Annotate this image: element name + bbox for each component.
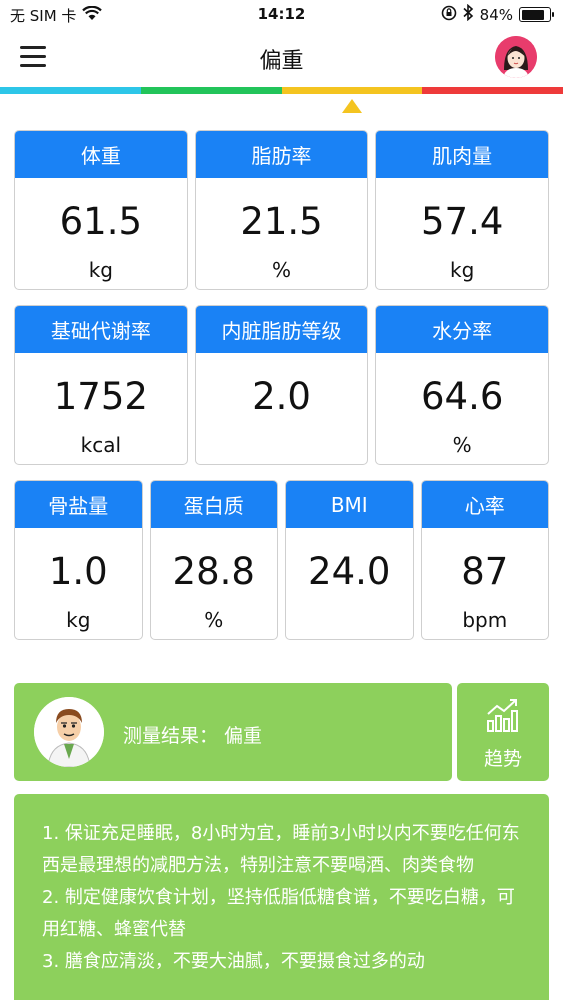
page-title: 偏重 — [259, 49, 304, 74]
card-unit: kg — [450, 258, 475, 282]
result-panel: 测量结果： 偏重 — [14, 683, 452, 781]
scale-segment-normal — [140, 87, 282, 94]
metric-row-3: 骨盐量 1.0 kg 蛋白质 28.8 % BMI 24.0 心率 87 bpm — [14, 480, 549, 640]
card-value: 57.4 — [420, 200, 504, 243]
orientation-lock-icon — [441, 5, 457, 25]
card-label: 肌肉量 — [376, 131, 549, 178]
card-label: 蛋白质 — [150, 481, 277, 528]
card-protein[interactable]: 蛋白质 28.8 % — [149, 480, 278, 640]
bluetooth-icon — [463, 3, 474, 25]
card-label: 水分率 — [376, 306, 549, 353]
card-muscle[interactable]: 肌肉量 57.4 kg — [375, 130, 550, 290]
card-unit: % — [204, 608, 224, 632]
trend-chart-icon — [487, 699, 518, 732]
advice-item: 3. 膳食应清淡，不要大油腻，不要摄食过多的动 — [42, 951, 425, 972]
advice-panel: 1. 保证充足睡眠，8小时为宜，睡前3小时以内不要吃任何东西是最理想的减肥方法，… — [14, 794, 549, 1000]
scale-segment-overweight — [281, 87, 423, 94]
nav-bar: 偏重 — [0, 30, 563, 86]
card-bmr[interactable]: 基础代谢率 1752 kcal — [14, 305, 188, 465]
card-label: 体重 — [15, 131, 187, 178]
card-unit: bpm — [462, 608, 508, 632]
trend-label: 趋势 — [483, 748, 522, 770]
card-value: 2.0 — [252, 375, 311, 418]
avatar[interactable] — [495, 36, 537, 78]
card-bone[interactable]: 骨盐量 1.0 kg — [14, 480, 143, 640]
bmi-color-scale — [0, 87, 563, 94]
card-heart-rate[interactable]: 心率 87 bpm — [420, 480, 549, 640]
scale-segment-obese — [422, 87, 563, 94]
card-value: 24.0 — [308, 550, 391, 593]
card-value: 1752 — [53, 375, 148, 418]
card-value: 1.0 — [48, 550, 108, 593]
battery-icon — [519, 7, 554, 22]
card-weight[interactable]: 体重 61.5 kg — [14, 130, 188, 290]
card-visceral-fat[interactable]: 内脏脂肪等级 2.0 — [194, 305, 369, 465]
battery-level — [521, 9, 545, 20]
card-unit: kg — [66, 608, 91, 632]
card-label: 心率 — [421, 481, 548, 528]
result-text: 测量结果： 偏重 — [123, 725, 263, 747]
card-value: 64.6 — [420, 375, 504, 418]
metric-row-2: 基础代谢率 1752 kcal 内脏脂肪等级 2.0 水分率 64.6 % — [14, 305, 550, 465]
scale-indicator-arrow — [342, 99, 362, 113]
card-unit: % — [452, 433, 472, 457]
status-right: 84% — [441, 3, 554, 25]
card-body-fat[interactable]: 脂肪率 21.5 % — [194, 130, 369, 290]
status-bar: 无 SIM 卡 14:12 84% — [0, 0, 563, 30]
card-value: 61.5 — [59, 200, 143, 243]
card-unit: % — [272, 258, 292, 282]
battery-percent: 84% — [479, 5, 513, 24]
card-value: 87 — [461, 550, 509, 593]
card-bmi[interactable]: BMI 24.0 — [285, 480, 414, 640]
doctor-avatar-icon — [34, 697, 104, 767]
advice-item: 2. 制定健康饮食计划，坚持低脂低糖食谱，不要吃白糖，可用红糖、蜂蜜代替 — [42, 887, 515, 940]
card-label: 脂肪率 — [195, 131, 368, 178]
card-label: 骨盐量 — [15, 481, 142, 528]
trend-button[interactable]: 趋势 — [457, 683, 549, 781]
card-label: 基础代谢率 — [15, 306, 187, 353]
card-label: 内脏脂肪等级 — [195, 306, 368, 353]
female-avatar-icon — [495, 36, 537, 78]
metric-row-1: 体重 61.5 kg 脂肪率 21.5 % 肌肉量 57.4 kg — [14, 130, 550, 290]
card-value: 21.5 — [240, 200, 323, 243]
card-unit: kg — [88, 258, 113, 282]
card-unit: kcal — [80, 433, 122, 457]
advice-item: 1. 保证充足睡眠，8小时为宜，睡前3小时以内不要吃任何东西是最理想的减肥方法，… — [42, 823, 520, 876]
card-water[interactable]: 水分率 64.6 % — [375, 305, 550, 465]
scale-segment-underweight — [0, 87, 141, 94]
card-label: BMI — [286, 481, 413, 528]
card-value: 28.8 — [172, 550, 255, 593]
